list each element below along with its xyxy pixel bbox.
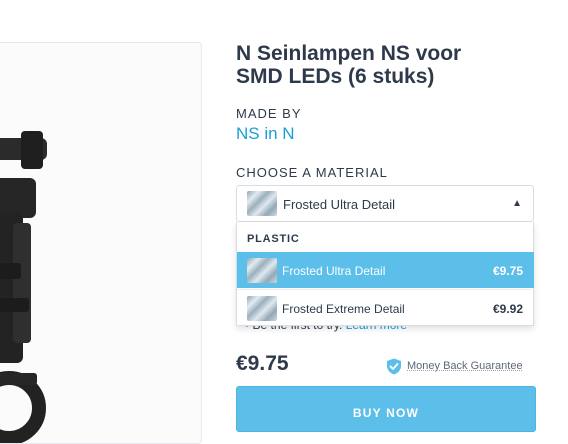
money-back-guarantee[interactable]: Money Back Guarantee: [386, 357, 523, 375]
option-name: Frosted Extreme Detail: [282, 302, 405, 316]
shield-check-icon: [387, 358, 401, 374]
material-option-frosted-extreme-detail[interactable]: Frosted Extreme Detail €9.92: [237, 289, 534, 326]
material-select[interactable]: Frosted Ultra Detail ▲: [236, 185, 534, 222]
material-dropdown: PLASTIC Frosted Ultra Detail €9.75 Frost…: [236, 222, 534, 326]
buy-now-button[interactable]: BUY NOW: [236, 386, 536, 432]
product-title-line2: SMD LEDs (6 stuks): [236, 65, 435, 88]
option-price: €9.75: [492, 264, 523, 278]
material-swatch-icon: [247, 191, 277, 216]
guarantee-text: Money Back Guarantee: [407, 360, 523, 372]
option-name: Frosted Ultra Detail: [282, 264, 386, 278]
material-group-label: PLASTIC: [247, 233, 300, 245]
product-title-line1: N Seinlampen NS voor: [236, 42, 462, 65]
material-label: CHOOSE A MATERIAL: [236, 165, 388, 180]
caret-up-icon: ▲: [512, 198, 522, 209]
product-price: €9.75: [236, 352, 289, 375]
option-price: €9.92: [492, 302, 523, 316]
maker-link[interactable]: NS in N: [236, 124, 295, 144]
made-by-label: MADE BY: [236, 106, 302, 121]
product-image: [0, 131, 47, 443]
product-image-panel[interactable]: [0, 42, 202, 444]
material-select-value: Frosted Ultra Detail: [283, 197, 395, 212]
product-title: N Seinlampen NS voor SMD LEDs (6 stuks): [236, 42, 536, 88]
material-swatch-icon: [247, 258, 277, 283]
material-option-frosted-ultra-detail[interactable]: Frosted Ultra Detail €9.75: [237, 252, 534, 288]
material-swatch-icon: [247, 296, 277, 321]
